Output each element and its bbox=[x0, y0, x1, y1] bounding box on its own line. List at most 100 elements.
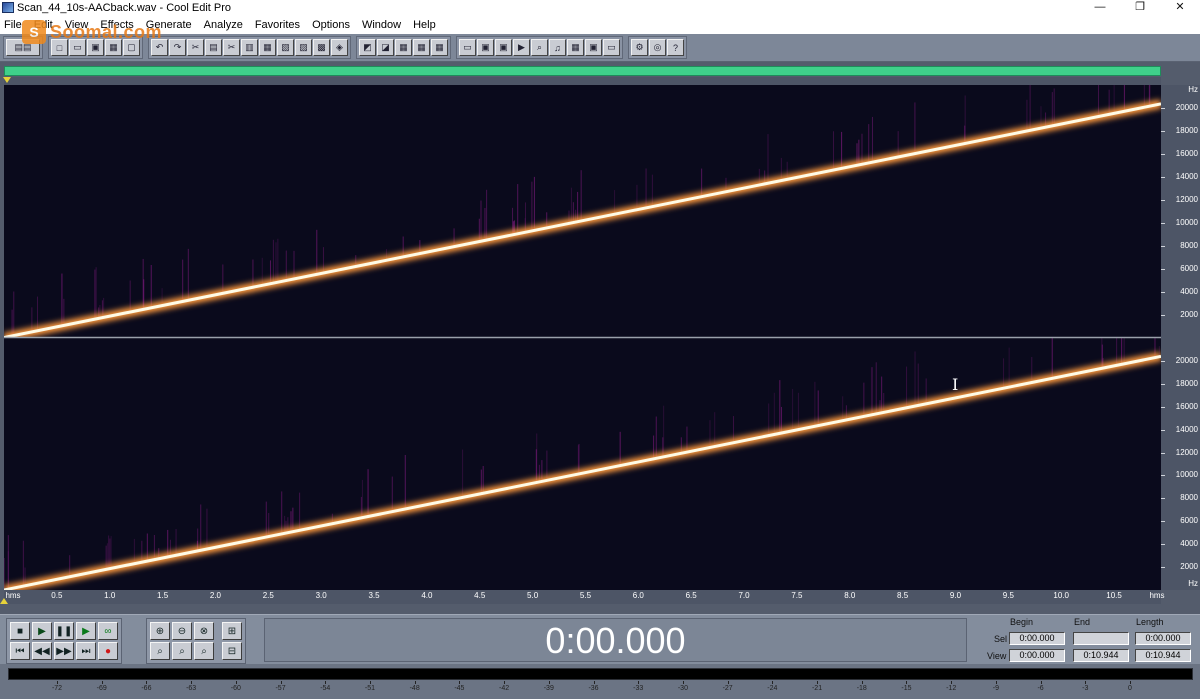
zoom-vertical-out-icon: ⊟ bbox=[227, 645, 237, 657]
view-length-field[interactable]: 0:10.944 bbox=[1135, 649, 1191, 662]
minimize-button[interactable]: — bbox=[1080, 0, 1120, 15]
record-button[interactable]: ● bbox=[98, 642, 118, 660]
scripts-button[interactable]: ⚙ bbox=[631, 39, 648, 56]
toolbar: ▤▤ □ ▭ ▣ ▦ ▢ ↶ ↷ ✂ ▤ ✂ ▥ ▦ ▧ ▨ ▩ ◈ ◩ ◪ ▦ ▦ ▦ ▭ ▣ ▣ ▶ ⌕ ♫ ▦ ▣ ▭ ⚙ ◎? bbox=[0, 34, 1200, 62]
record-icon: ● bbox=[104, 645, 112, 657]
menu-help[interactable]: Help bbox=[413, 19, 436, 31]
settings-button[interactable]: ▣ bbox=[495, 39, 512, 56]
close-button[interactable]: ✕ bbox=[1160, 0, 1200, 15]
zoom-icon: ⌕ bbox=[536, 42, 543, 52]
menu-favorites[interactable]: Favorites bbox=[255, 19, 300, 31]
time-label: 4.0 bbox=[421, 591, 433, 600]
convert-icon: ◈ bbox=[336, 42, 343, 52]
menu-file[interactable]: File bbox=[4, 19, 22, 31]
db-tick bbox=[951, 681, 953, 684]
time-ruler[interactable]: hms hms 0.5 1.0 1.5 2.0 2.5 3.0 3.5 4.0 4.5 5.0 5.5 6… bbox=[0, 590, 1165, 604]
db-tick bbox=[593, 681, 595, 684]
fast-forward-button[interactable]: ▶▶ bbox=[54, 642, 74, 660]
zoom-in-button[interactable]: ⊕ bbox=[150, 622, 170, 640]
menu-window[interactable]: Window bbox=[362, 19, 401, 31]
time-label: 10.5 bbox=[1106, 591, 1122, 600]
copy-button[interactable]: ▤ bbox=[205, 39, 222, 56]
zoom-button[interactable]: ⌕ bbox=[531, 39, 548, 56]
spectral-view-button[interactable]: ◩ bbox=[359, 39, 376, 56]
loop-button[interactable]: ∞ bbox=[98, 622, 118, 640]
menu-analyze[interactable]: Analyze bbox=[204, 19, 243, 31]
hz-tick bbox=[1161, 567, 1165, 569]
hz-unit-label: Hz bbox=[1188, 579, 1198, 588]
db-label: -6 bbox=[1037, 685, 1044, 692]
cut-button[interactable]: ✂ bbox=[223, 39, 240, 56]
play-button[interactable]: ▶ bbox=[513, 39, 530, 56]
top-ruler[interactable] bbox=[3, 77, 1161, 85]
show-markers-button[interactable]: ▦ bbox=[413, 39, 430, 56]
pause-button[interactable]: ❚❚ bbox=[54, 622, 74, 640]
time-label: 3.5 bbox=[368, 591, 380, 600]
start-marker-top[interactable] bbox=[3, 77, 11, 83]
hz-tick bbox=[1161, 268, 1165, 270]
view-begin-field[interactable]: 0:00.000 bbox=[1009, 649, 1065, 662]
db-label: 0 bbox=[1128, 685, 1132, 692]
paste-new-button[interactable]: ▦ bbox=[259, 39, 276, 56]
db-tick bbox=[1085, 681, 1087, 684]
view-end-field[interactable]: 0:10.944 bbox=[1073, 649, 1129, 662]
toggle-button[interactable]: ▭ bbox=[603, 39, 620, 56]
waveform-view-icon: ◪ bbox=[381, 42, 390, 52]
spectral-view[interactable] bbox=[4, 85, 1161, 590]
redo-button[interactable]: ↷ bbox=[169, 39, 186, 56]
go-to-end-button[interactable]: ⏭ bbox=[76, 642, 96, 660]
zoom-left-button[interactable]: ⌕ bbox=[150, 642, 170, 660]
hz-tick bbox=[1161, 498, 1165, 500]
zoom-vertical-in-icon: ⊞ bbox=[227, 625, 237, 637]
paste-button[interactable]: ▥ bbox=[241, 39, 258, 56]
cd-button[interactable]: ◎ bbox=[649, 39, 666, 56]
hz-tick bbox=[1161, 314, 1165, 316]
window-button[interactable]: ▭ bbox=[459, 39, 476, 56]
spectrogram-canvas bbox=[4, 85, 1161, 590]
app-icon[interactable] bbox=[2, 2, 14, 13]
toolbar-group: ↶ ↷ ✂ ▤ ✂ ▥ ▦ ▧ ▨ ▩ ◈ bbox=[148, 36, 351, 59]
repeat-button[interactable]: ✂ bbox=[187, 39, 204, 56]
zoom-vertical-in-button[interactable]: ⊞ bbox=[222, 622, 242, 640]
db-label: -15 bbox=[901, 685, 912, 692]
stop-button[interactable]: ■ bbox=[10, 622, 30, 640]
time-label: 8.5 bbox=[897, 591, 909, 600]
mix-paste-button[interactable]: ▧ bbox=[277, 39, 294, 56]
play-to-end-button[interactable]: ▶ bbox=[76, 622, 96, 640]
sample-rate-button[interactable]: ♫ bbox=[549, 39, 566, 56]
menu-options[interactable]: Options bbox=[312, 19, 350, 31]
zoom-selection-button[interactable]: ⌕ bbox=[194, 642, 214, 660]
preview-button[interactable]: ▣ bbox=[585, 39, 602, 56]
show-grid-button[interactable]: ▦ bbox=[431, 39, 448, 56]
play-button[interactable]: ▶ bbox=[32, 622, 52, 640]
sample-rate-icon: ♫ bbox=[554, 42, 561, 53]
save-selection-button[interactable]: ▣ bbox=[477, 39, 494, 56]
show-cues-button[interactable]: ▦ bbox=[395, 39, 412, 56]
overview-bar[interactable] bbox=[4, 66, 1161, 76]
go-to-start-button[interactable]: ⏮ bbox=[10, 642, 30, 660]
help-button[interactable]: ? bbox=[667, 39, 684, 56]
crop-button[interactable]: ▩ bbox=[313, 39, 330, 56]
trim-button[interactable]: ▨ bbox=[295, 39, 312, 56]
rewind-button[interactable]: ◀◀ bbox=[32, 642, 52, 660]
db-tick bbox=[235, 681, 237, 684]
frequency-ruler[interactable]: Hz Hz 20000 18000 16000 14000 12000 10000 8000 60… bbox=[1161, 85, 1200, 590]
sel-length-field[interactable]: 0:00.000 bbox=[1135, 632, 1191, 645]
convert-button[interactable]: ◈ bbox=[331, 39, 348, 56]
db-label: -39 bbox=[543, 685, 554, 692]
zoom-out-icon: ⊖ bbox=[177, 625, 187, 637]
zoom-out-button[interactable]: ⊖ bbox=[172, 622, 192, 640]
zoom-vertical-out-button[interactable]: ⊟ bbox=[222, 642, 242, 660]
paste-new-icon: ▦ bbox=[263, 42, 272, 52]
sel-begin-field[interactable]: 0:00.000 bbox=[1009, 632, 1065, 645]
db-label: -66 bbox=[141, 685, 152, 692]
info-button[interactable]: ▦ bbox=[567, 39, 584, 56]
waveform-view-button[interactable]: ◪ bbox=[377, 39, 394, 56]
time-label: 7.0 bbox=[738, 591, 750, 600]
sel-end-field[interactable] bbox=[1073, 632, 1129, 645]
view-label: View bbox=[987, 651, 1007, 661]
maximize-button[interactable]: ❐ bbox=[1120, 0, 1160, 15]
db-tick bbox=[191, 681, 193, 684]
zoom-full-button[interactable]: ⊗ bbox=[194, 622, 214, 640]
zoom-right-button[interactable]: ⌕ bbox=[172, 642, 192, 660]
